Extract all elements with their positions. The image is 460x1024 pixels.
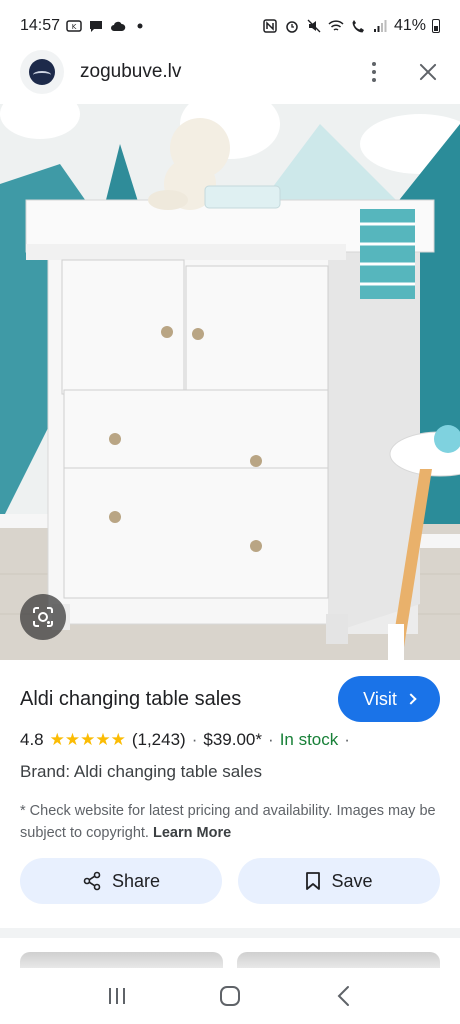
rating-value: 4.8 [20,730,44,749]
bookmark-icon [306,872,321,890]
recents-icon [108,988,125,1004]
title-row: Aldi changing table sales Visit [20,676,440,724]
more-vert-icon[interactable] [362,60,386,84]
status-time: 14:57 [20,17,61,34]
brand-line: Brand: Aldi changing table sales [20,762,262,781]
back-button[interactable] [323,976,363,1016]
svg-text:K: K [72,23,77,31]
lens-search-button[interactable] [20,594,66,640]
back-icon [337,986,350,1006]
mute-icon [306,18,322,34]
battery-icon [432,19,440,33]
lens-search-icon [33,607,53,627]
share-label: Share [111,870,161,891]
nfc-icon [262,18,278,34]
battery-percent: 41% [393,17,426,34]
separator: · [191,730,198,749]
system-nav-bar [0,968,460,1024]
review-count[interactable]: (1,243) [132,730,186,750]
learn-more-link[interactable]: Learn More [153,825,231,841]
result-header: zogubuve.lv [0,44,460,100]
action-row: Share Save [20,858,440,904]
site-logo-icon[interactable] [20,50,64,94]
site-name[interactable]: zogubuve.lv [80,61,181,83]
price: $39.00* [203,730,263,749]
alarm-icon [284,18,300,34]
site-logo-mark [29,59,55,85]
close-icon[interactable] [416,60,440,84]
changing-table-illustration [0,104,460,660]
product-title: Aldi changing table sales [20,688,242,710]
availability: In stock [279,730,339,749]
visit-button[interactable]: Visit [338,676,440,722]
related-thumbnail[interactable] [20,952,223,968]
star-rating-icon: ★★★★★ [49,730,126,749]
cloud-icon [110,18,126,34]
rating-price-row: 4.8 ★★★★★ (1,243) · $39.00* · In stock · [20,730,440,750]
chevron-right-icon [405,693,417,705]
home-icon [219,986,240,1006]
disclaimer: * Check website for latest pricing and a… [20,800,440,844]
call-icon [350,18,366,34]
dot-icon [132,18,148,34]
status-right: 41% [262,17,440,35]
home-button[interactable] [210,976,250,1016]
product-image[interactable] [0,104,460,660]
separator: · [344,730,350,749]
status-left: 14:57 K [20,17,148,35]
visit-label: Visit [363,688,397,709]
share-button[interactable]: Share [20,858,222,904]
related-thumbnail[interactable] [237,952,440,968]
save-button[interactable]: Save [238,858,440,904]
product-info: Aldi changing table sales Visit 4.8 ★★★★… [20,676,440,844]
separator: · [268,730,274,749]
wifi-icon [328,18,344,34]
message-icon [88,18,104,34]
header-actions [362,60,440,84]
notification-icon: K [66,18,82,34]
related-thumbnails [20,952,440,968]
share-icon [83,871,101,891]
save-label: Save [331,870,373,891]
signal-icon [372,18,388,34]
section-divider [0,928,460,938]
recents-button[interactable] [97,976,137,1016]
